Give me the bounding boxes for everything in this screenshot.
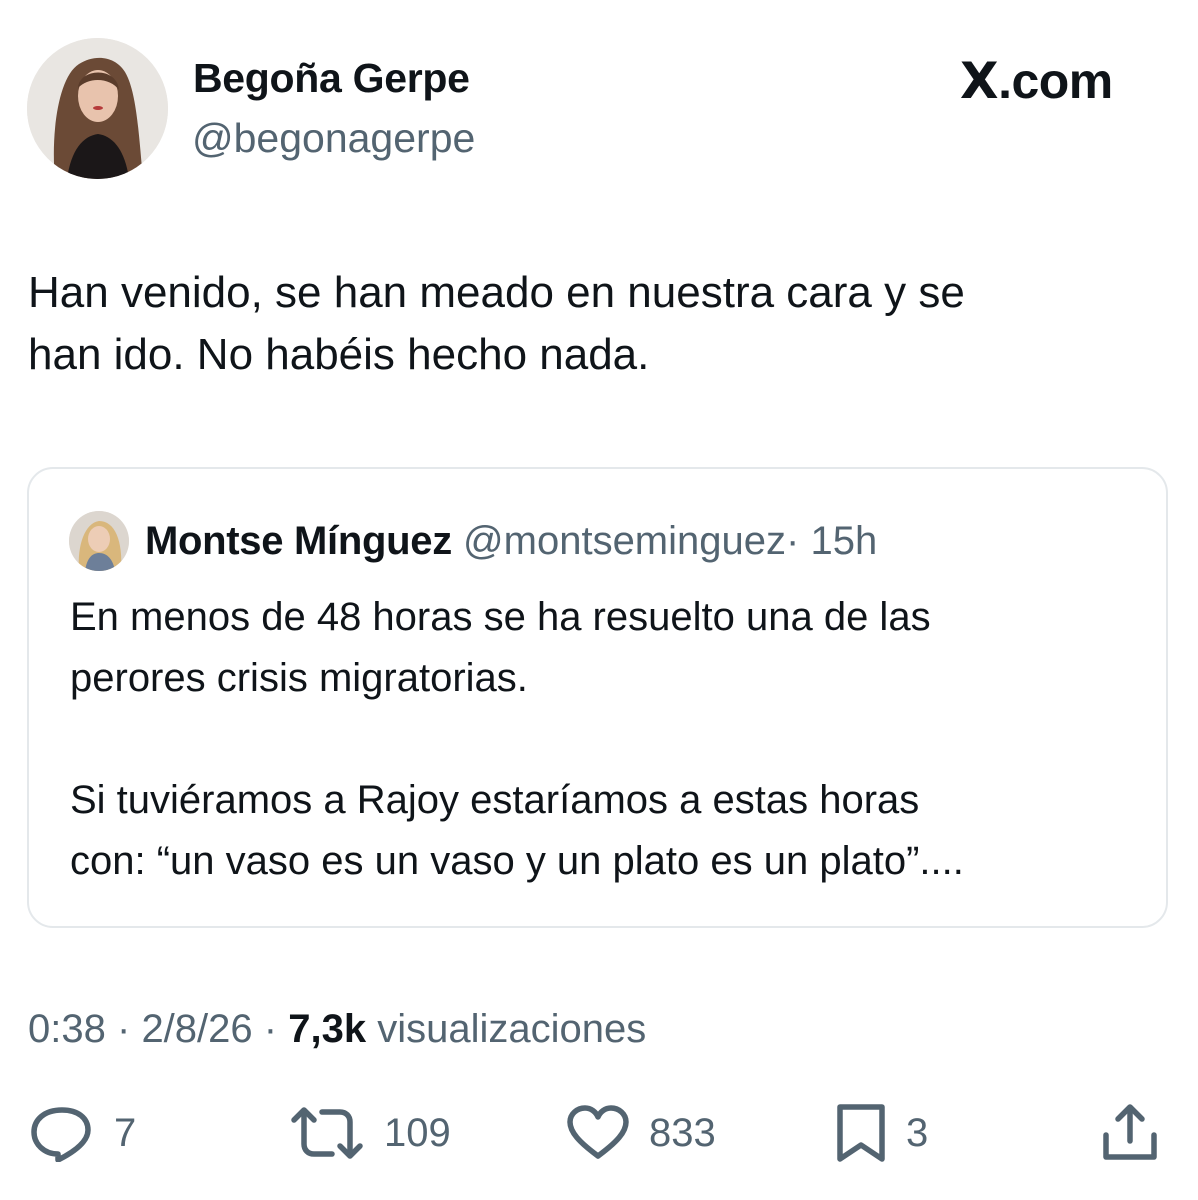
- reply-button[interactable]: 7: [28, 1101, 136, 1165]
- tweet-text: Han venido, se han meado en nuestra cara…: [28, 268, 965, 379]
- repost-count: 109: [384, 1110, 451, 1155]
- brand-suffix: .com: [998, 53, 1113, 109]
- share-icon: [1103, 1104, 1157, 1160]
- share-button[interactable]: [1100, 1101, 1160, 1165]
- x-logo-icon: X: [960, 52, 999, 110]
- tweet-meta: 0:38 · 2/8/26 · 7,3k visualizaciones: [28, 1007, 646, 1052]
- quoted-tweet-header: Montse Mínguez @montseminguez· 15h: [145, 519, 877, 564]
- like-button[interactable]: 833: [565, 1101, 716, 1165]
- reply-count: 7: [114, 1110, 137, 1155]
- reply-icon: [31, 1107, 91, 1162]
- view-count: 7,3k: [288, 1007, 367, 1051]
- tweet-time[interactable]: 0:38: [28, 1007, 106, 1051]
- like-count: 833: [649, 1110, 716, 1155]
- repost-button[interactable]: 109: [288, 1101, 451, 1165]
- tweet-date[interactable]: 2/8/26: [141, 1007, 252, 1051]
- quoted-author-avatar-image: [69, 511, 129, 571]
- heart-icon: [567, 1105, 629, 1159]
- bookmark-icon: [837, 1104, 885, 1162]
- view-label: visualizaciones: [377, 1007, 647, 1051]
- bookmark-button[interactable]: 3: [834, 1101, 928, 1165]
- quoted-timestamp[interactable]: 15h: [810, 519, 877, 563]
- author-handle[interactable]: @begonagerpe: [192, 115, 475, 162]
- quoted-tweet-text: En menos de 48 horas se ha resuelto una …: [70, 595, 964, 883]
- meta-separator: ·: [263, 1007, 278, 1051]
- quoted-tweet-card[interactable]: Montse Mínguez @montseminguez· 15h En me…: [27, 467, 1168, 928]
- quoted-author-avatar[interactable]: [69, 511, 129, 571]
- author-avatar[interactable]: [27, 38, 168, 179]
- meta-separator: ·: [116, 1007, 131, 1051]
- author-avatar-image: [27, 38, 168, 179]
- x-brand-logo: X.com: [960, 52, 1113, 110]
- author-name[interactable]: Begoña Gerpe: [193, 55, 470, 102]
- bookmark-count: 3: [906, 1110, 929, 1155]
- repost-icon: [291, 1107, 363, 1159]
- quoted-author-handle[interactable]: @montseminguez: [463, 519, 786, 563]
- quoted-separator: ·: [786, 519, 800, 563]
- quoted-author-name[interactable]: Montse Mínguez: [145, 519, 452, 563]
